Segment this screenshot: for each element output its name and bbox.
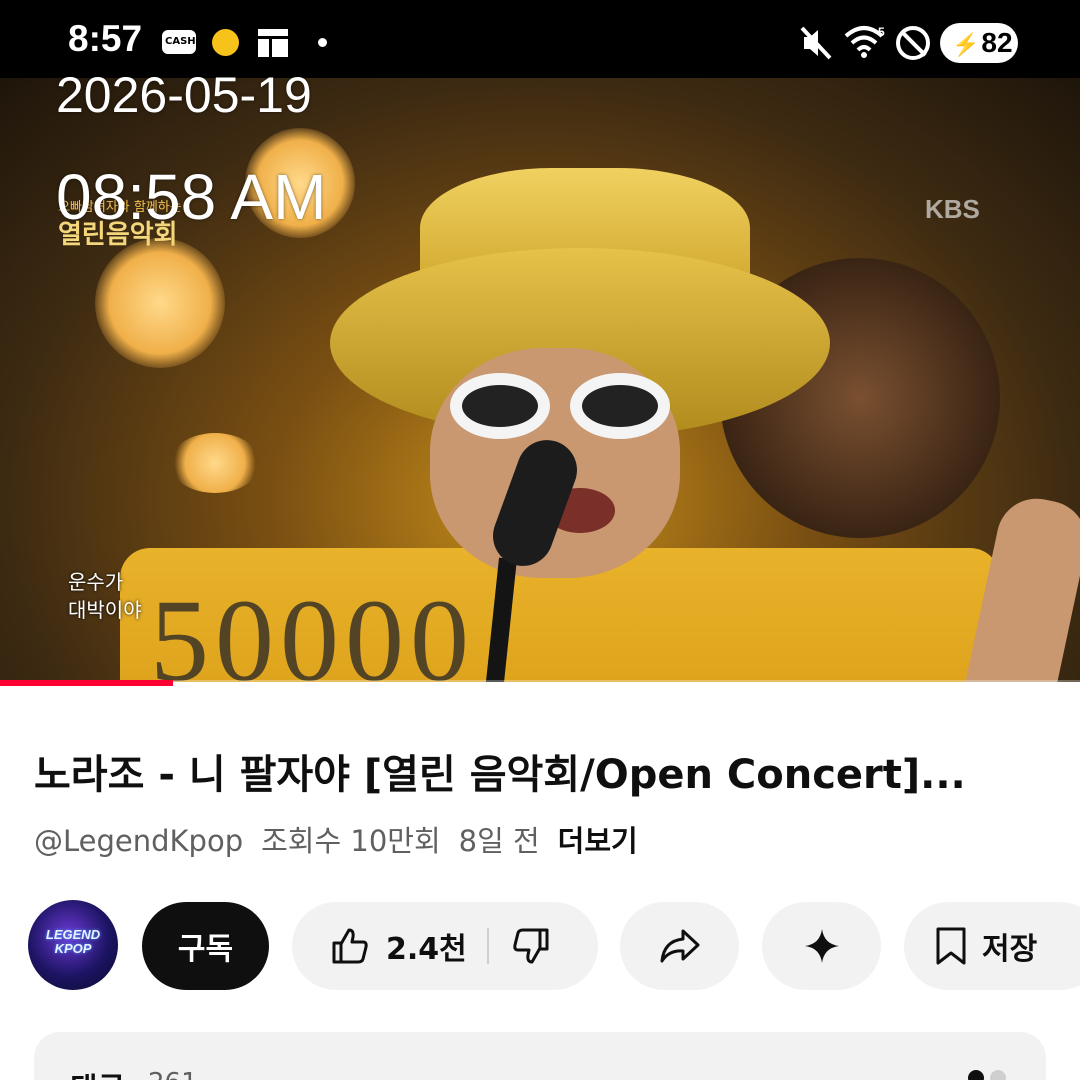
save-label: 저장 <box>982 932 1038 967</box>
like-dislike-group: 2.4천 <box>292 902 598 990</box>
stage-lamp <box>95 238 225 368</box>
ask-ai-button[interactable] <box>762 902 881 990</box>
notification-dot-icon <box>318 38 327 47</box>
cash-icon: CASH <box>162 30 196 54</box>
view-count: 조회수 10만회 <box>261 824 441 858</box>
coin-icon <box>212 29 239 56</box>
lyric-line: 운수가 <box>68 570 124 594</box>
widget-icon <box>258 29 288 57</box>
thumbs-down-icon <box>513 928 549 964</box>
more-button[interactable]: 더보기 <box>558 824 638 858</box>
bookmark-icon <box>936 927 966 965</box>
charging-icon: ⚡ <box>952 32 980 57</box>
video-meta-row[interactable]: @LegendKpop 조회수 10만회 8일 전 더보기 <box>34 818 656 860</box>
dislike-button[interactable] <box>511 926 551 966</box>
comments-panel[interactable]: 댓글 261 <box>34 1032 1046 1080</box>
do-not-disturb-icon <box>896 26 930 60</box>
save-button[interactable]: 저장 <box>904 902 1080 990</box>
upload-age: 8일 전 <box>458 824 540 858</box>
like-count: 2.4천 <box>386 932 467 967</box>
subscribe-button[interactable]: 구독 <box>142 902 269 990</box>
svg-text:5: 5 <box>878 25 885 39</box>
mute-icon <box>800 26 832 64</box>
video-title[interactable]: 노라조 - 니 팔자야 [열린 음악회/Open Concert]... <box>34 742 1049 800</box>
broadcaster-logo: KBS <box>925 194 980 224</box>
stage-lamp <box>170 433 260 493</box>
lyric-line: 대박이야 <box>68 598 142 622</box>
share-button[interactable] <box>620 902 739 990</box>
share-icon <box>660 929 699 963</box>
comments-count: 261 <box>148 1068 198 1080</box>
channel-avatar[interactable]: LEGEND KPOP <box>28 900 118 990</box>
banknote-text: 50000 <box>150 575 475 682</box>
overlay-date: 2026-05-19 <box>56 67 312 123</box>
comments-label: 댓글 <box>70 1064 125 1080</box>
thumbs-up-icon <box>332 928 368 964</box>
status-time: 8:57 <box>68 18 143 59</box>
comments-pager-dots <box>962 1070 1006 1080</box>
sparkle-icon <box>804 929 839 963</box>
battery-indicator: ⚡82 <box>940 23 1018 63</box>
sunglasses <box>450 373 670 443</box>
channel-handle[interactable]: @LegendKpop <box>34 824 243 858</box>
like-divider <box>486 928 489 964</box>
avatar-logo-text: LEGEND KPOP <box>45 927 101 956</box>
battery-level: 82 <box>981 27 1013 58</box>
overlay-time: 08:58 AM <box>56 161 327 233</box>
wifi-icon: 5 <box>844 24 888 64</box>
like-button[interactable]: 2.4천 <box>330 924 487 968</box>
